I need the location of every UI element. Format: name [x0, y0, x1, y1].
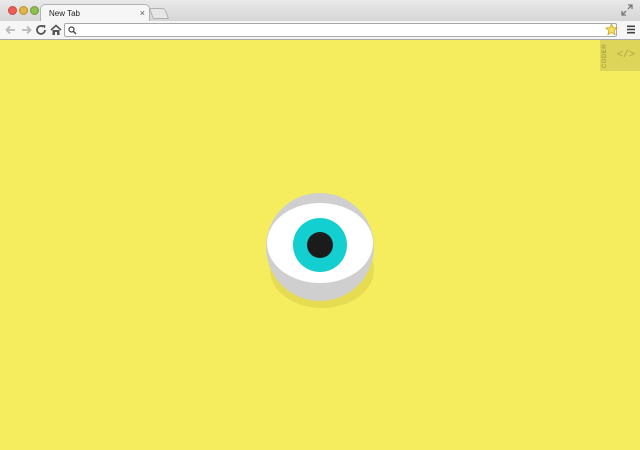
new-tab-page: CODER </> — [0, 40, 640, 450]
address-bar[interactable] — [64, 23, 617, 37]
new-tab-button[interactable] — [148, 8, 170, 19]
tab-close-button[interactable]: × — [140, 8, 145, 18]
eye-illustration — [266, 193, 374, 308]
minimize-window-button[interactable] — [19, 6, 28, 15]
reload-icon[interactable] — [34, 23, 48, 37]
forward-arrow-icon[interactable] — [19, 23, 33, 37]
eye-pupil — [307, 232, 333, 258]
maximize-window-button[interactable] — [30, 6, 39, 15]
address-input[interactable] — [79, 24, 604, 36]
search-icon — [68, 26, 77, 35]
fullscreen-icon[interactable] — [620, 3, 634, 17]
browser-toolbar — [0, 21, 640, 40]
close-window-button[interactable] — [8, 6, 17, 15]
menu-icon[interactable] — [626, 24, 636, 35]
tab-new-tab[interactable]: New Tab × — [40, 4, 150, 22]
back-arrow-icon[interactable] — [4, 23, 18, 37]
bookmark-star-icon[interactable] — [605, 23, 618, 36]
tab-title: New Tab — [49, 9, 80, 18]
title-bar: New Tab × — [0, 0, 640, 22]
home-icon[interactable] — [49, 23, 63, 37]
